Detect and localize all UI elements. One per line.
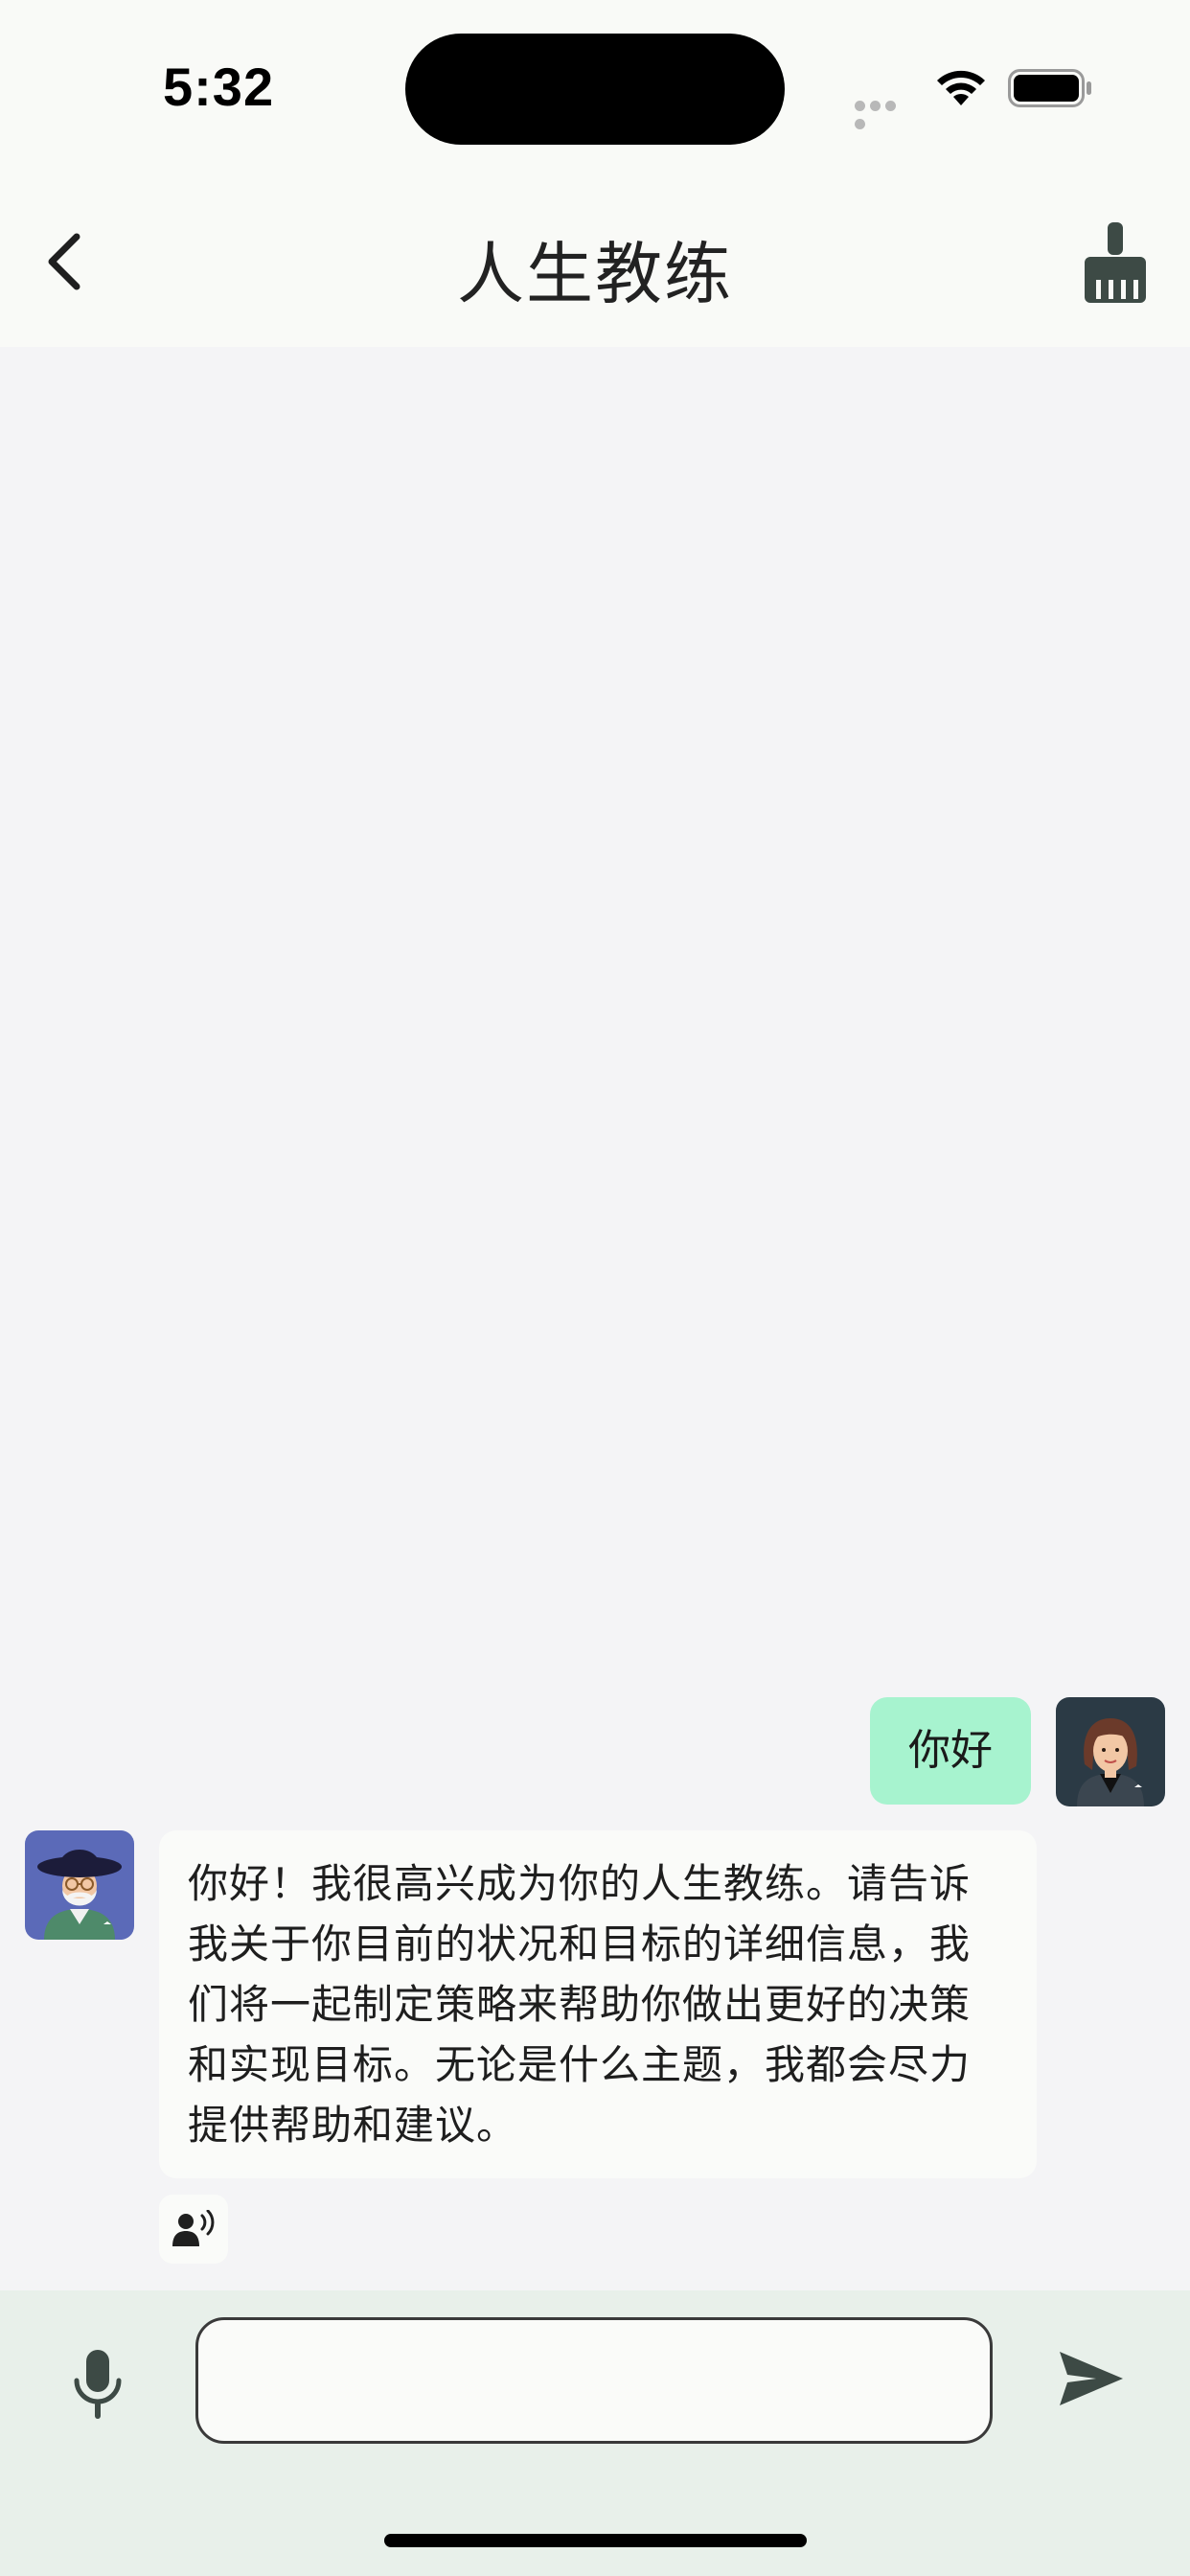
microphone-icon[interactable] [67,2348,128,2425]
chat-screen: 5:32 人生教练 你好 你好！我很高兴成为你的人生教练。请告诉我关于你目前的状… [0,0,1190,2576]
read-aloud-button[interactable] [159,2195,228,2264]
battery-icon [1008,69,1091,107]
page-title: 人生教练 [457,235,733,313]
wifi-icon [937,70,985,105]
speaker-person-icon [172,2210,215,2246]
status-bar: 5:32 [0,0,1190,182]
send-icon[interactable] [1058,2348,1125,2409]
user-message: 你好 [870,1697,1165,1806]
user-avatar [1056,1697,1165,1806]
user-message-bubble: 你好 [870,1697,1031,1805]
dynamic-island [405,34,785,145]
assistant-message-bubble: 你好！我很高兴成为你的人生教练。请告诉我关于你目前的状况和目标的详细信息，我们将… [159,1830,1037,2178]
cellular-signal-icon [855,97,914,129]
assistant-message: 你好！我很高兴成为你的人生教练。请告诉我关于你目前的状况和目标的详细信息，我们将… [25,1830,1037,2178]
assistant-avatar [25,1830,134,1940]
input-bar [0,2290,1190,2576]
status-time: 5:32 [163,57,275,117]
home-indicator [384,2534,807,2547]
message-input[interactable] [195,2317,993,2444]
navigation-bar: 人生教练 [0,182,1190,347]
broom-icon[interactable] [1083,220,1148,303]
